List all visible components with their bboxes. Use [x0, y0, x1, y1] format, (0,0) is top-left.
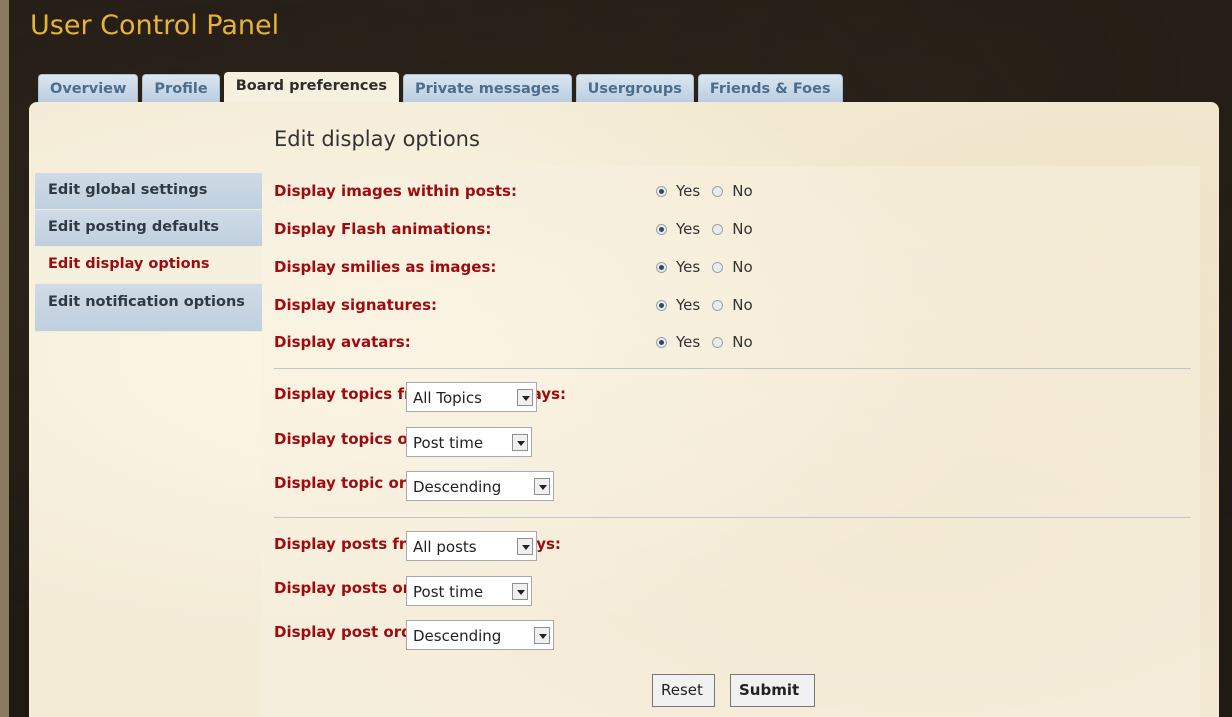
post-days-select[interactable]: All posts: [406, 531, 537, 561]
setting-label: Display smilies as images:: [274, 258, 497, 276]
sidebar: Edit global settings Edit posting defaul…: [35, 173, 262, 332]
radio-no-label: No: [732, 333, 753, 351]
chevron-down-icon: [517, 389, 533, 406]
radio-no-label: No: [732, 182, 753, 200]
radio-group: Yes No: [656, 258, 765, 276]
radio-group: Yes No: [656, 333, 765, 351]
sidebar-item-notification-options[interactable]: Edit notification options: [35, 284, 262, 332]
select-value: Descending: [413, 478, 502, 496]
window-edge: [0, 0, 9, 717]
radio-yes[interactable]: [656, 185, 667, 197]
sidebar-item-display-options[interactable]: Edit display options: [35, 247, 262, 284]
radio-no[interactable]: [712, 299, 724, 311]
post-ordering-select[interactable]: Post time: [406, 576, 532, 606]
section-title: Edit display options: [274, 127, 480, 151]
setting-label: Display images within posts:: [274, 182, 517, 200]
chevron-down-icon: [534, 627, 550, 644]
content-panel: Edit display options Edit global setting…: [29, 102, 1219, 717]
select-value: Descending: [413, 627, 502, 645]
radio-yes[interactable]: [656, 261, 667, 273]
tab-board-preferences[interactable]: Board preferences: [223, 72, 399, 103]
reset-button[interactable]: Reset: [652, 674, 715, 707]
tab-profile[interactable]: Profile: [142, 74, 220, 103]
radio-yes-label: Yes: [676, 182, 701, 200]
chevron-down-icon: [534, 478, 550, 495]
select-value: All posts: [413, 538, 477, 556]
select-value: Post time: [413, 434, 484, 452]
divider: [274, 517, 1191, 518]
radio-no[interactable]: [712, 223, 724, 235]
select-value: Post time: [413, 583, 484, 601]
submit-button[interactable]: Submit: [730, 674, 815, 707]
tab-usergroups[interactable]: Usergroups: [575, 74, 694, 103]
tab-overview[interactable]: Overview: [38, 74, 139, 103]
post-direction-select[interactable]: Descending: [406, 620, 554, 650]
tab-friends-foes[interactable]: Friends & Foes: [697, 74, 843, 103]
radio-yes-label: Yes: [676, 296, 701, 314]
topic-ordering-select[interactable]: Post time: [406, 427, 532, 457]
page-title: User Control Panel: [30, 10, 280, 41]
topic-direction-select[interactable]: Descending: [406, 471, 554, 501]
radio-yes-label: Yes: [676, 220, 701, 238]
sidebar-item-global-settings[interactable]: Edit global settings: [35, 173, 262, 210]
chevron-down-icon: [517, 538, 533, 555]
radio-no-label: No: [732, 220, 753, 238]
select-value: All Topics: [413, 389, 482, 407]
radio-no-label: No: [732, 258, 753, 276]
tab-private-messages[interactable]: Private messages: [402, 74, 572, 103]
radio-group: Yes No: [656, 182, 765, 200]
divider: [274, 368, 1191, 369]
radio-no[interactable]: [712, 336, 724, 348]
chevron-down-icon: [512, 583, 528, 600]
tab-bar: Overview Profile Board preferences Priva…: [38, 72, 843, 103]
radio-group: Yes No: [656, 296, 765, 314]
radio-yes-label: Yes: [676, 258, 701, 276]
radio-yes[interactable]: [656, 299, 667, 311]
setting-label: Display avatars:: [274, 333, 411, 351]
radio-no-label: No: [732, 296, 753, 314]
chevron-down-icon: [512, 434, 528, 451]
radio-yes[interactable]: [656, 223, 667, 235]
sidebar-item-posting-defaults[interactable]: Edit posting defaults: [35, 210, 262, 247]
topic-days-select[interactable]: All Topics: [406, 382, 537, 412]
radio-no[interactable]: [712, 185, 724, 197]
radio-no[interactable]: [712, 261, 724, 273]
setting-label: Display signatures:: [274, 296, 438, 314]
radio-group: Yes No: [656, 220, 765, 238]
radio-yes-label: Yes: [676, 333, 701, 351]
setting-label: Display Flash animations:: [274, 220, 492, 238]
radio-yes[interactable]: [656, 336, 667, 348]
